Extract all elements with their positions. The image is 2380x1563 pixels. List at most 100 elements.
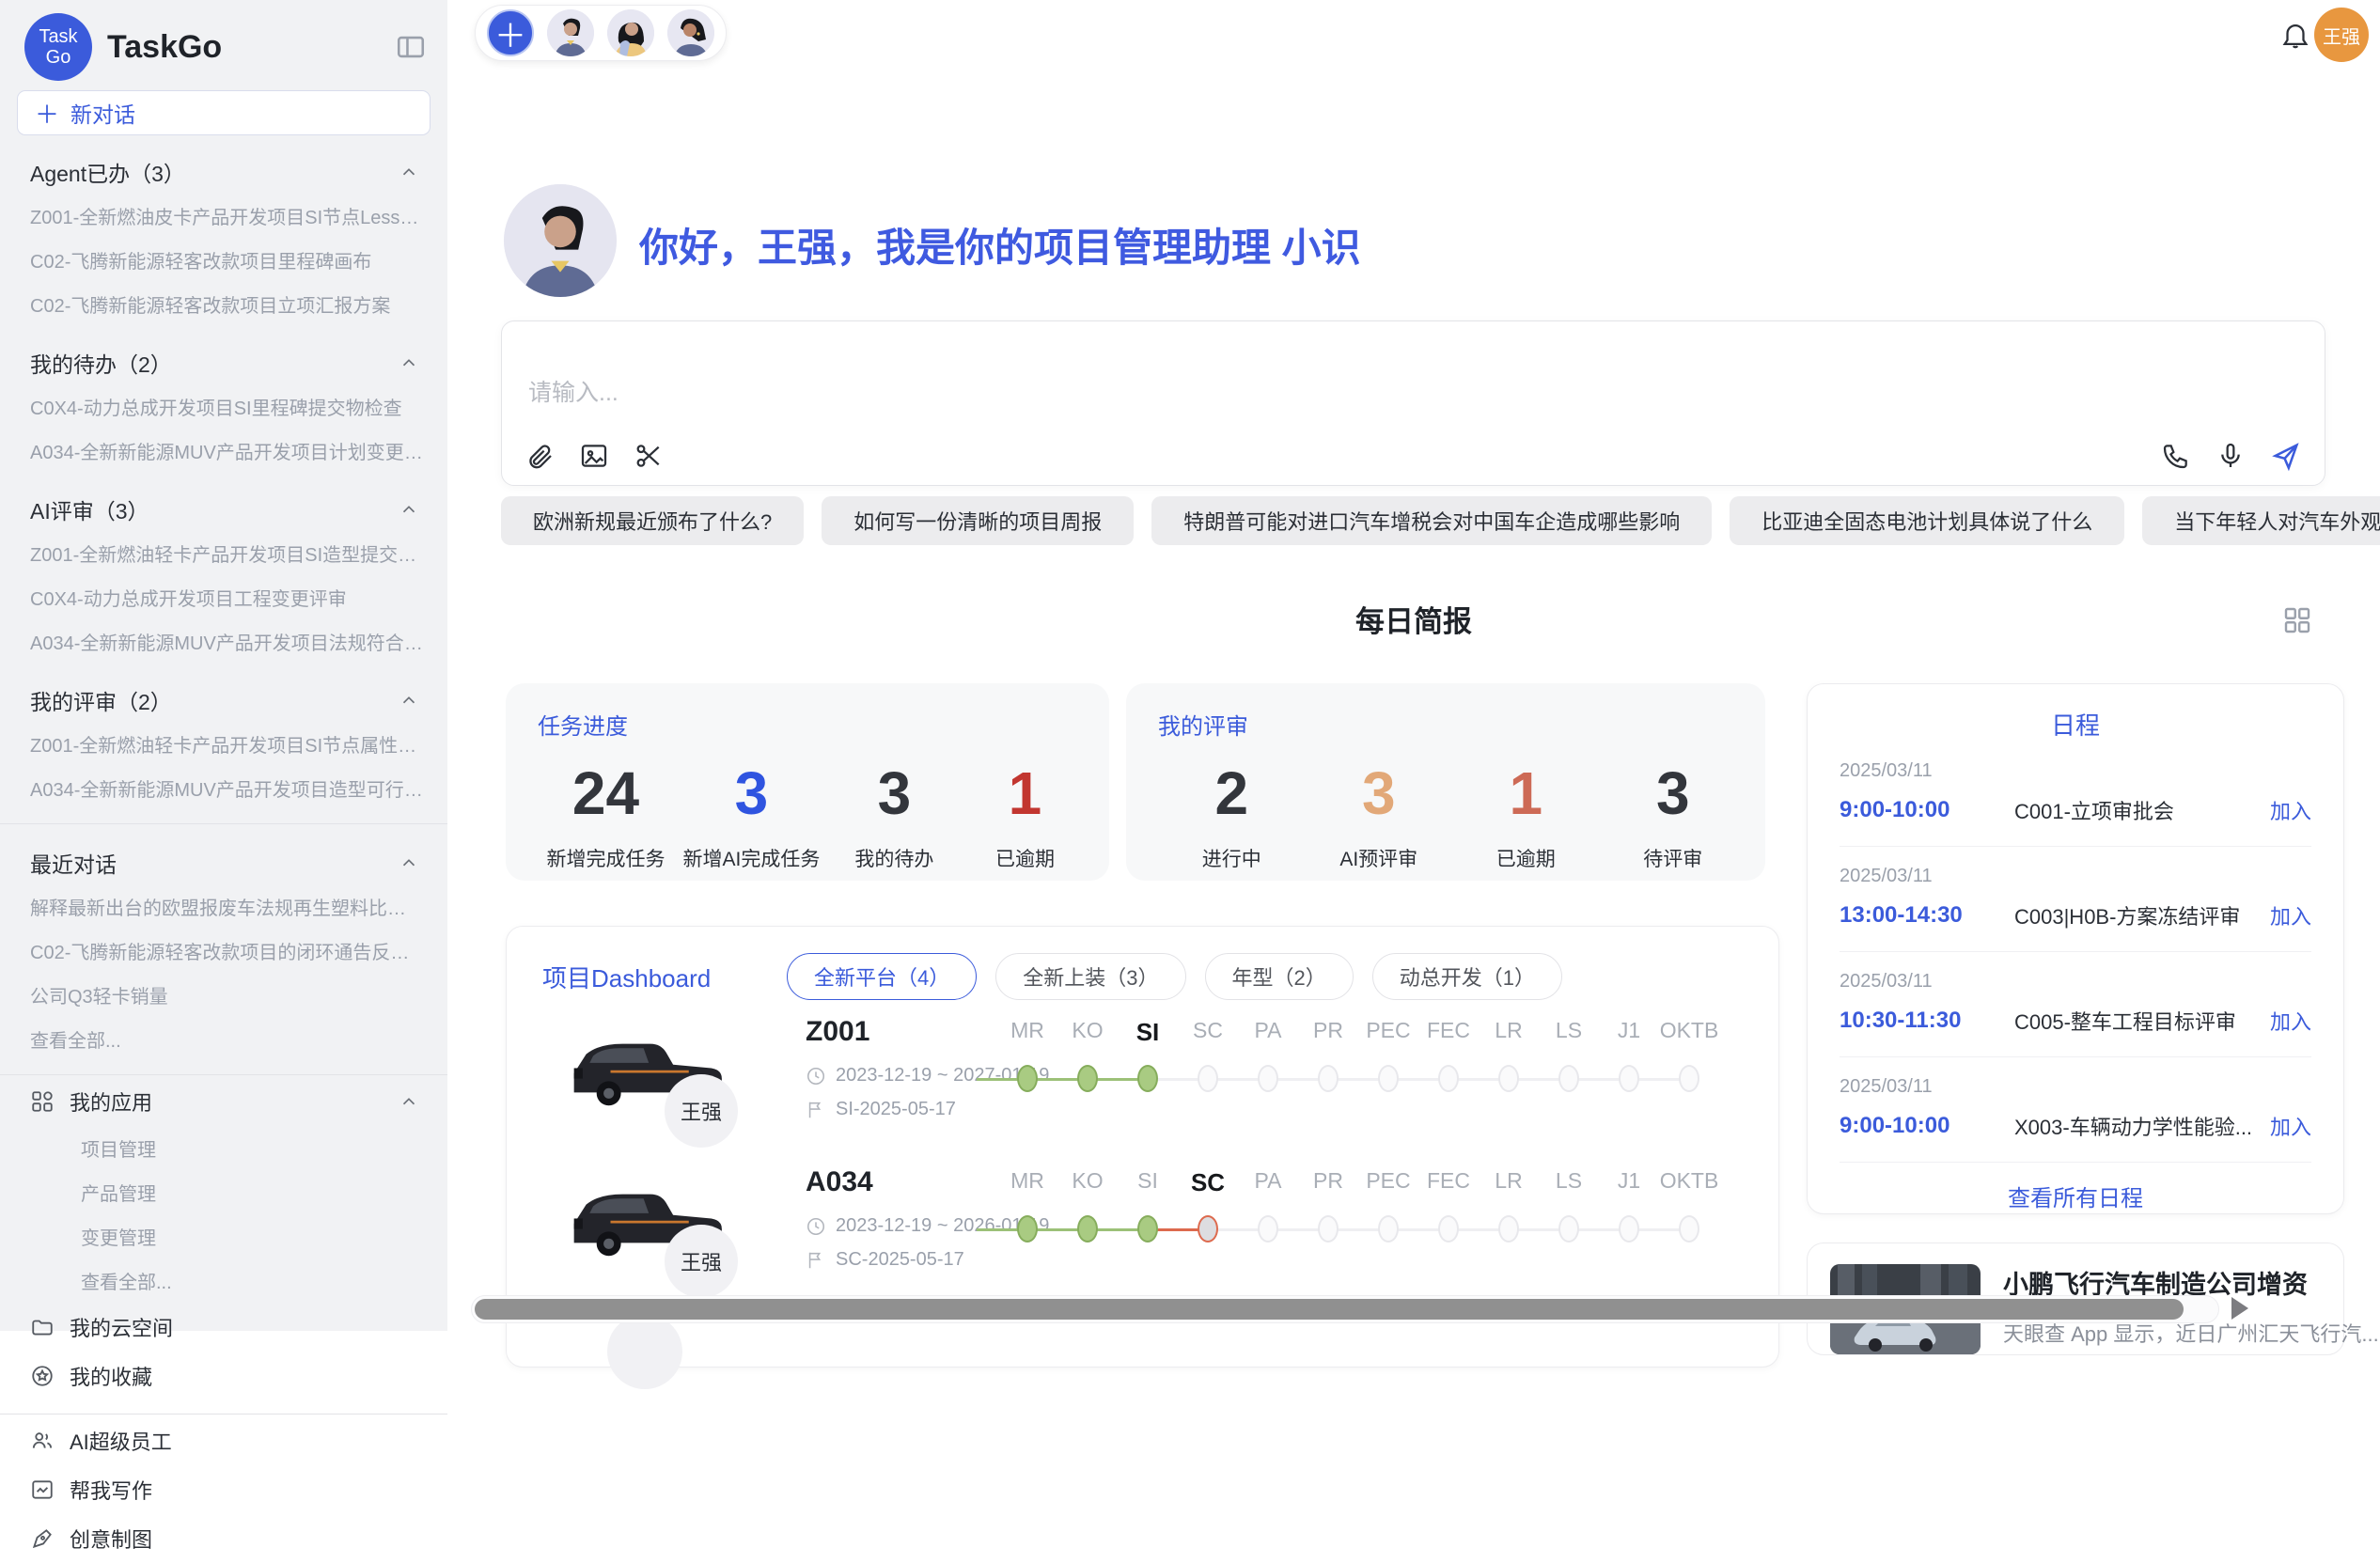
milestone-dot-done[interactable]	[1057, 1215, 1118, 1243]
milestone-dot[interactable]	[1659, 1065, 1719, 1092]
notification-bell-icon[interactable]	[2279, 19, 2311, 51]
recent-chat-item[interactable]: C02-飞腾新能源轻客改款项目的闭环通告反馈情况	[0, 929, 447, 973]
milestone-dot[interactable]	[1298, 1215, 1358, 1243]
chat-input[interactable]	[528, 380, 1656, 407]
new-chat-button[interactable]: ＋ 新对话	[17, 90, 431, 135]
milestone-dot[interactable]	[1358, 1215, 1418, 1243]
add-conversation-button[interactable]: ＋	[487, 9, 534, 56]
join-button[interactable]: 加入	[2270, 1006, 2311, 1036]
milestone-dot[interactable]	[1539, 1065, 1599, 1092]
section-agent-done[interactable]: Agent已办（3）	[0, 135, 447, 194]
chevron-up-icon[interactable]	[399, 690, 419, 711]
suggestion-chip[interactable]: 特朗普可能对进口汽车增税会对中国车企造成哪些影响	[1151, 496, 1712, 545]
join-button[interactable]: 加入	[2270, 900, 2311, 930]
scrollbar-thumb[interactable]	[475, 1299, 2184, 1320]
metric-label: 已逾期	[1469, 844, 1582, 872]
sidebar-collapse-icon[interactable]	[395, 31, 427, 63]
scroll-right-arrow[interactable]	[2231, 1297, 2248, 1320]
sidebar-item[interactable]: Z001-全新燃油皮卡产品开发项目SI节点Lesson Learn报告	[0, 194, 447, 238]
sidebar-item-help-write[interactable]: 帮我写作	[0, 1465, 447, 1514]
milestone-dot-overdue[interactable]	[1178, 1215, 1238, 1243]
attachment-icon[interactable]	[525, 441, 555, 471]
metric: 24 新增完成任务	[547, 758, 665, 872]
tab-model-year[interactable]: 年型（2）	[1205, 953, 1354, 1000]
project-row[interactable]: 王强 Z001 2023-12-19 ~ 2027-01-19 SI-2025-…	[507, 1016, 1780, 1157]
app-item-project-mgmt[interactable]: 项目管理	[0, 1126, 447, 1170]
join-button[interactable]: 加入	[2270, 1111, 2311, 1141]
chevron-up-icon[interactable]	[399, 1091, 419, 1112]
section-my-review[interactable]: 我的评审（2）	[0, 664, 447, 722]
milestone-dot[interactable]	[1238, 1215, 1298, 1243]
milestone-dot-done[interactable]	[1057, 1065, 1118, 1092]
horizontal-scrollbar[interactable]	[471, 1295, 2219, 1323]
milestone-dot[interactable]	[1599, 1065, 1659, 1092]
sidebar-item[interactable]: Z001-全新燃油轻卡产品开发项目SI造型提交物评审	[0, 531, 447, 575]
sidebar-item[interactable]: Z001-全新燃油轻卡产品开发项目SI节点属性5D文件评审	[0, 722, 447, 766]
sidebar-item[interactable]: A034-全新新能源MUV产品开发项目法规符合性评审	[0, 619, 447, 664]
chevron-up-icon[interactable]	[399, 852, 419, 873]
tab-powertrain[interactable]: 动总开发（1）	[1372, 953, 1562, 1000]
recent-view-all[interactable]: 查看全部...	[0, 1017, 447, 1061]
sidebar-item-cloud-space[interactable]: 我的云空间	[0, 1303, 447, 1352]
suggestion-chips: 欧洲新规最近颁布了什么? 如何写一份清晰的项目周报 特朗普可能对进口汽车增税会对…	[501, 496, 2380, 545]
avatar[interactable]	[667, 9, 714, 56]
milestone-dot[interactable]	[1178, 1065, 1238, 1092]
milestone-dot[interactable]	[1358, 1065, 1418, 1092]
tab-new-body[interactable]: 全新上装（3）	[995, 953, 1185, 1000]
milestone-dot-done[interactable]	[997, 1065, 1057, 1092]
flag-milestone: SC-2025-05-17	[836, 1249, 964, 1271]
sidebar-item[interactable]: A034-全新新能源MUV产品开发项目造型可行性评审	[0, 766, 447, 810]
join-button[interactable]: 加入	[2270, 795, 2311, 825]
chevron-up-icon[interactable]	[399, 352, 419, 373]
avatar[interactable]	[547, 9, 594, 56]
chevron-up-icon[interactable]	[399, 162, 419, 182]
schedule-item: 2025/03/11 9:00-10:00 C001-立项审批会 加入	[1840, 742, 2311, 847]
suggestion-chip[interactable]: 当下年轻人对汽车外观有怎样的喜好趋势	[2142, 496, 2380, 545]
scissors-icon[interactable]	[634, 441, 664, 471]
sidebar-item-my-apps[interactable]: 我的应用	[0, 1077, 447, 1126]
apps-view-all[interactable]: 查看全部...	[0, 1258, 447, 1303]
milestone-dot[interactable]	[1539, 1215, 1599, 1243]
milestone-dot[interactable]	[1238, 1065, 1298, 1092]
milestone-dot-done[interactable]	[1118, 1215, 1178, 1243]
sidebar-item[interactable]: C02-飞腾新能源轻客改款项目立项汇报方案	[0, 282, 447, 326]
chevron-up-icon[interactable]	[399, 499, 419, 520]
view-all-schedule-link[interactable]: 查看所有日程	[1840, 1180, 2311, 1212]
milestone-dot[interactable]	[1479, 1215, 1539, 1243]
section-ai-review[interactable]: AI评审（3）	[0, 473, 447, 531]
creative-draw-label: 创意制图	[70, 1524, 152, 1554]
image-icon[interactable]	[579, 441, 609, 471]
tab-new-platform[interactable]: 全新平台（4）	[787, 953, 977, 1000]
milestone-dot[interactable]	[1418, 1215, 1479, 1243]
milestone-dot[interactable]	[1659, 1215, 1719, 1243]
phone-icon[interactable]	[2161, 441, 2191, 471]
milestone-dot[interactable]	[1298, 1065, 1358, 1092]
project-row[interactable]: 王强 A034 2023-12-19 ~ 2026-01-19 SC-2025-…	[507, 1166, 1780, 1307]
apps-grid-icon	[30, 1089, 55, 1114]
layout-grid-icon[interactable]	[2280, 603, 2314, 637]
avatar[interactable]	[607, 9, 654, 56]
suggestion-chip[interactable]: 欧洲新规最近颁布了什么?	[501, 496, 804, 545]
sidebar-item-creative-draw[interactable]: 创意制图	[0, 1514, 447, 1563]
sidebar-item-favorites[interactable]: 我的收藏	[0, 1352, 447, 1400]
milestone-dot-done[interactable]	[997, 1215, 1057, 1243]
milestone-dot[interactable]	[1479, 1065, 1539, 1092]
recent-chat-item[interactable]: 解释最新出台的欧盟报废车法规再生塑料比例被调至15%...	[0, 884, 447, 929]
recent-chat-item[interactable]: 公司Q3轻卡销量	[0, 973, 447, 1017]
sidebar-item[interactable]: C02-飞腾新能源轻客改款项目里程碑画布	[0, 238, 447, 282]
user-avatar[interactable]: 王强	[2314, 8, 2369, 62]
send-icon[interactable]	[2270, 440, 2302, 472]
milestone-dot[interactable]	[1418, 1065, 1479, 1092]
sidebar-item-ai-employee[interactable]: AI超级员工	[0, 1416, 447, 1465]
suggestion-chip[interactable]: 比亚迪全固态电池计划具体说了什么	[1730, 496, 2124, 545]
sidebar-item[interactable]: C0X4-动力总成开发项目SI里程碑提交物检查	[0, 384, 447, 429]
sidebar-item[interactable]: C0X4-动力总成开发项目工程变更评审	[0, 575, 447, 619]
section-my-todo[interactable]: 我的待办（2）	[0, 326, 447, 384]
app-item-change-mgmt[interactable]: 变更管理	[0, 1214, 447, 1258]
milestone-dot[interactable]	[1599, 1215, 1659, 1243]
sidebar-item[interactable]: A034-全新新能源MUV产品开发项目计划变更表编写	[0, 429, 447, 473]
mic-icon[interactable]	[2216, 441, 2246, 471]
app-item-product-mgmt[interactable]: 产品管理	[0, 1170, 447, 1214]
milestone-dot-done[interactable]	[1118, 1065, 1178, 1092]
suggestion-chip[interactable]: 如何写一份清晰的项目周报	[822, 496, 1134, 545]
